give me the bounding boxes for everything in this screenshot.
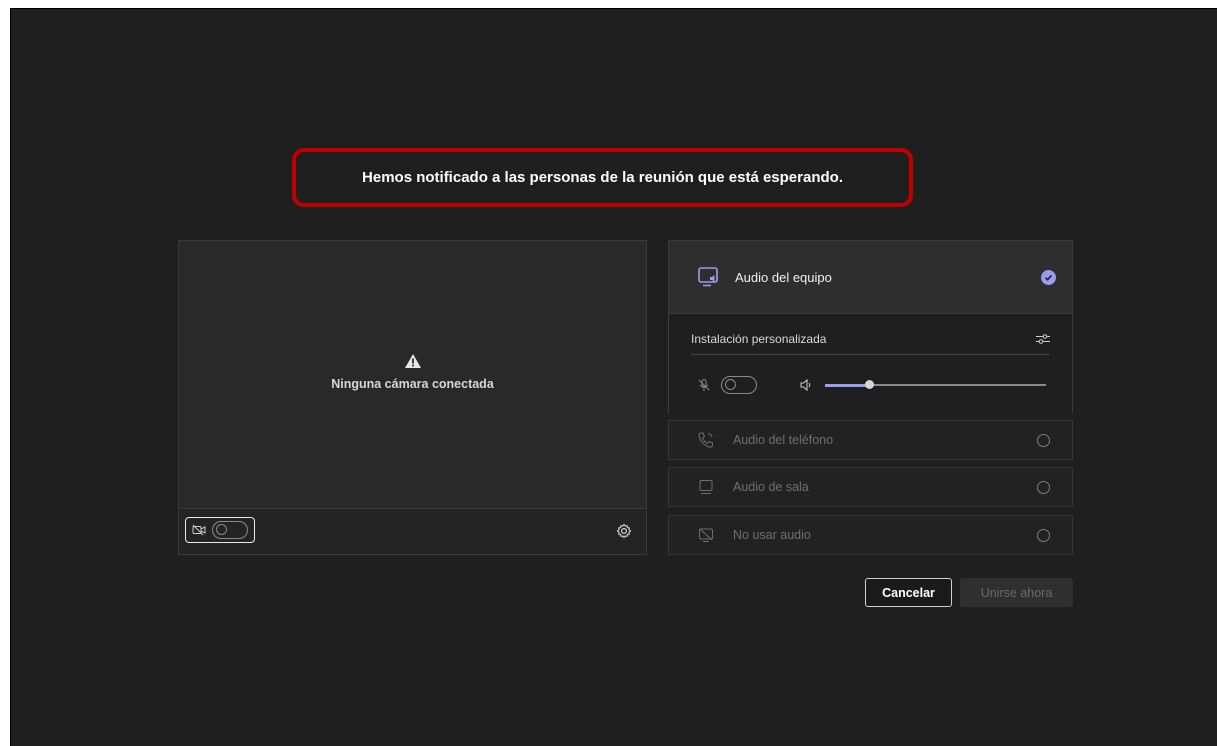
custom-setup-label: Instalación personalizada [691,332,827,346]
mic-toggle-switch[interactable] [721,376,757,394]
computer-audio-label: Audio del equipo [735,269,832,285]
camera-preview: Ninguna cámara conectada [178,240,647,555]
cancel-button[interactable]: Cancelar [865,578,952,607]
speaker-icon [800,378,811,392]
speaker-volume-slider[interactable] [825,380,1046,389]
phone-audio-label: Audio del teléfono [733,433,834,447]
waiting-notification-message: Hemos notificado a las personas de la re… [292,148,913,207]
computer-audio-header[interactable]: Audio del equipo [669,241,1072,314]
camera-toggle-switch[interactable] [212,521,248,539]
join-now-button[interactable]: Unirse ahora [960,578,1073,607]
camera-off-icon [192,524,206,536]
settings-sliders-icon[interactable] [1036,333,1050,345]
no-camera-notice: Ninguna cámara conectada [179,353,646,391]
selected-check-icon [1041,269,1056,285]
no-audio-label: No usar audio [733,528,811,542]
computer-audio-settings: Instalación personalizada [669,314,1072,414]
no-audio-option[interactable]: No usar audio [668,515,1073,555]
phone-audio-option[interactable]: Audio del teléfono [668,420,1073,460]
room-audio-radio[interactable] [1037,480,1050,494]
warning-icon [404,354,421,368]
mic-speaker-controls [697,370,1046,400]
no-audio-radio[interactable] [1037,528,1050,542]
computer-audio-option[interactable]: Audio del equipo Instalación personaliza… [668,240,1073,414]
mic-off-icon [698,379,710,391]
phone-icon [698,432,713,448]
room-device-icon [699,480,713,494]
no-audio-icon [699,528,713,542]
no-camera-text: Ninguna cámara conectada [331,377,494,391]
room-audio-option[interactable]: Audio de sala [668,467,1073,507]
camera-controls-bar [179,508,646,554]
room-audio-label: Audio de sala [733,480,809,494]
custom-setup-row[interactable]: Instalación personalizada [691,324,1050,355]
gear-icon[interactable] [616,523,632,539]
volume-thumb[interactable] [865,380,875,389]
volume-fill [825,383,870,387]
computer-audio-icon [698,267,718,287]
phone-audio-radio[interactable] [1037,433,1050,447]
camera-toggle[interactable] [185,517,255,543]
